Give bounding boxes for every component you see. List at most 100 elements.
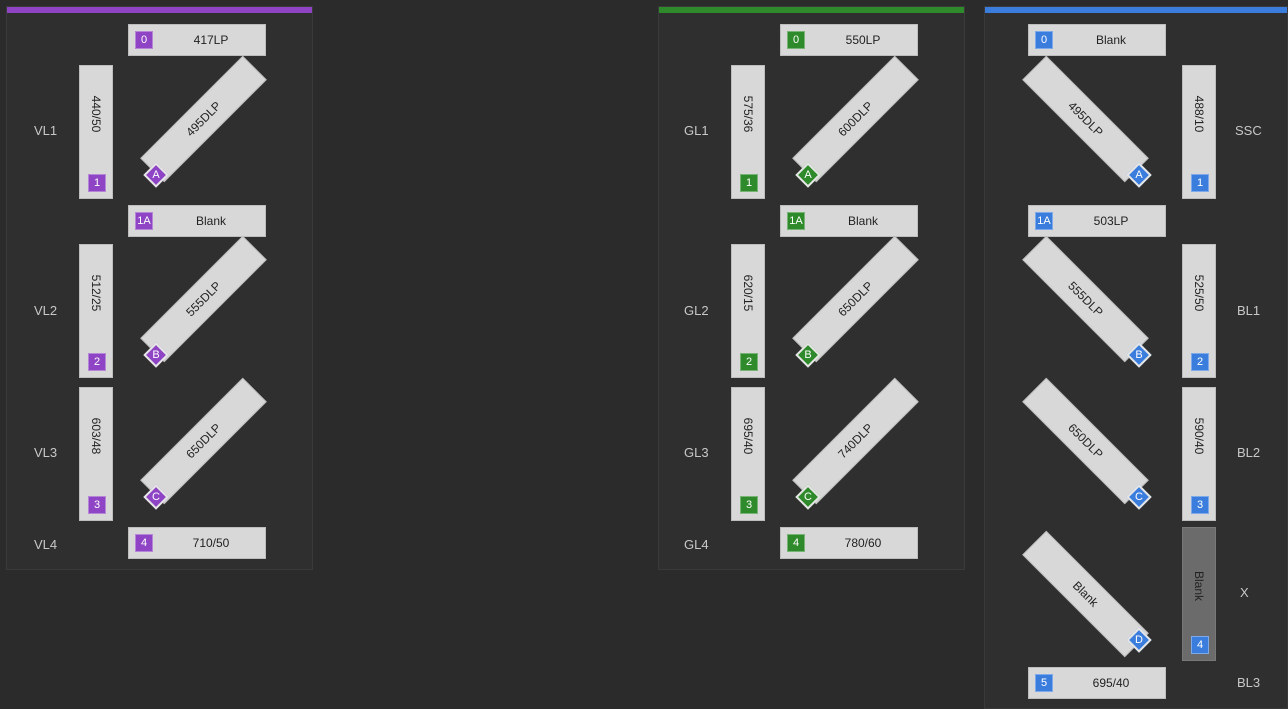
detector-label-gl1: GL1	[684, 123, 709, 138]
filter-slot-5[interactable]: 5 695/40	[1028, 667, 1166, 699]
slot-tag: 3	[740, 496, 758, 514]
dichroic-tag-text: B	[1135, 349, 1143, 361]
dichroic-tag-text: D	[1135, 634, 1143, 646]
dichroic-tag-text: A	[152, 169, 160, 181]
slot-tag: 0	[787, 31, 805, 49]
filter-slot-0[interactable]: 0 Blank	[1028, 24, 1166, 56]
dichroic-slot-c[interactable]: 650DLP	[1022, 377, 1149, 505]
slot-tag: 0	[135, 31, 153, 49]
slot-tag: 1	[1191, 174, 1209, 192]
dichroic-label: 650DLP	[1065, 420, 1106, 462]
violet-color-bar	[7, 7, 312, 13]
blue-laser-panel: SSC BL1 BL2 X BL3 0 Blank 1A 503LP 5 695…	[984, 6, 1288, 709]
slot-tag: 3	[88, 496, 106, 514]
filter-label: 590/40	[1192, 417, 1206, 455]
detector-label-gl3: GL3	[684, 445, 709, 460]
detector-label-bl3: BL3	[1237, 675, 1261, 690]
filter-label: 695/40	[741, 417, 755, 455]
green-color-bar	[659, 7, 964, 13]
filter-slot-2[interactable]: 525/50 2	[1182, 244, 1216, 378]
dichroic-tag-text: B	[804, 349, 812, 361]
detector-label-vl2: VL2	[34, 303, 58, 318]
dichroic-label: 650DLP	[835, 278, 876, 320]
filter-label: 417LP	[193, 33, 229, 47]
dichroic-tag-text: C	[804, 491, 812, 503]
filter-slot-4[interactable]: 4 780/60	[780, 527, 918, 559]
filter-slot-1[interactable]: 440/50 1	[79, 65, 113, 199]
filter-slot-3[interactable]: 590/40 3	[1182, 387, 1216, 521]
filter-slot-3[interactable]: 695/40 3	[731, 387, 765, 521]
filter-label: 620/15	[741, 274, 755, 312]
dichroic-tag-text: C	[152, 491, 160, 503]
dichroic-label: 555DLP	[183, 278, 224, 320]
dichroic-slot-c[interactable]: 740DLP	[792, 377, 919, 505]
slot-tag: 2	[1191, 353, 1209, 371]
dichroic-tag-text: A	[1135, 169, 1143, 181]
dichroic-label: 495DLP	[183, 98, 224, 140]
detector-label-vl4: VL4	[34, 537, 58, 552]
dichroic-slot-c[interactable]: 650DLP	[140, 377, 267, 505]
filter-label: Blank	[847, 214, 879, 228]
slot-tag: 2	[88, 353, 106, 371]
dichroic-tag-text: A	[804, 169, 812, 181]
slot-tag: 2	[740, 353, 758, 371]
filter-slot-1a[interactable]: 1A Blank	[128, 205, 266, 237]
dichroic-slot-b[interactable]: 650DLP	[792, 235, 919, 363]
filter-slot-0[interactable]: 0 417LP	[128, 24, 266, 56]
detector-label-ssc: SSC	[1235, 123, 1262, 138]
filter-slot-3[interactable]: 603/48 3	[79, 387, 113, 521]
filter-label: 550LP	[845, 33, 881, 47]
dichroic-tag-text: C	[1135, 491, 1143, 503]
slot-tag: 1A	[1035, 212, 1053, 230]
slot-tag: 5	[1035, 674, 1053, 692]
dichroic-label: 650DLP	[183, 420, 224, 462]
detector-label-bl1: BL1	[1237, 303, 1261, 318]
filter-label: 695/40	[1092, 676, 1130, 690]
green-laser-panel: GL1 GL2 GL3 GL4 0 550LP 1A Blank 4 780/6…	[658, 6, 965, 570]
dichroic-label: 740DLP	[835, 420, 876, 462]
slot-tag: 4	[135, 534, 153, 552]
detector-label-bl2: BL2	[1237, 445, 1261, 460]
dichroic-slot-a[interactable]: 600DLP	[792, 55, 919, 183]
slot-tag: 1A	[135, 212, 153, 230]
slot-tag: 1	[740, 174, 758, 192]
slot-tag: 1A	[787, 212, 805, 230]
filter-slot-1a[interactable]: 1A Blank	[780, 205, 918, 237]
filter-slot-0[interactable]: 0 550LP	[780, 24, 918, 56]
dichroic-label: 600DLP	[835, 98, 876, 140]
filter-slot-2[interactable]: 512/25 2	[79, 244, 113, 378]
slot-tag: 0	[1035, 31, 1053, 49]
dichroic-slot-a[interactable]: 495DLP	[140, 55, 267, 183]
violet-laser-panel: VL1 VL2 VL3 VL4 0 417LP 1A Blank 4 710/5…	[6, 6, 313, 570]
filter-label: Blank	[195, 214, 227, 228]
detector-label-vl1: VL1	[34, 123, 58, 138]
filter-label: 525/50	[1192, 274, 1206, 312]
filter-label: Blank	[1192, 570, 1206, 602]
filter-slot-1[interactable]: 575/36 1	[731, 65, 765, 199]
dichroic-slot-b[interactable]: 555DLP	[140, 235, 267, 363]
filter-slot-1a[interactable]: 1A 503LP	[1028, 205, 1166, 237]
filter-label: Blank	[1095, 33, 1127, 47]
filter-slot-1[interactable]: 488/10 1	[1182, 65, 1216, 199]
detector-label-gl4: GL4	[684, 537, 709, 552]
filter-label: 488/10	[1192, 95, 1206, 133]
filter-label: 512/25	[89, 274, 103, 312]
filter-label: 440/50	[89, 95, 103, 133]
filter-label: 780/60	[844, 536, 882, 550]
filter-label: 503LP	[1093, 214, 1129, 228]
dichroic-label: 495DLP	[1065, 98, 1106, 140]
dichroic-slot-b[interactable]: 555DLP	[1022, 235, 1149, 363]
filter-label: 575/36	[741, 95, 755, 133]
detector-label-gl2: GL2	[684, 303, 709, 318]
slot-tag: 3	[1191, 496, 1209, 514]
slot-tag: 4	[1191, 636, 1209, 654]
filter-slot-4[interactable]: 4 710/50	[128, 527, 266, 559]
dichroic-label: 555DLP	[1065, 278, 1106, 320]
blue-color-bar	[985, 7, 1287, 13]
dichroic-tag-text: B	[152, 349, 160, 361]
slot-tag: 1	[88, 174, 106, 192]
filter-slot-2[interactable]: 620/15 2	[731, 244, 765, 378]
slot-tag: 4	[787, 534, 805, 552]
filter-slot-4[interactable]: Blank 4	[1182, 527, 1216, 661]
dichroic-slot-a[interactable]: 495DLP	[1022, 55, 1149, 183]
